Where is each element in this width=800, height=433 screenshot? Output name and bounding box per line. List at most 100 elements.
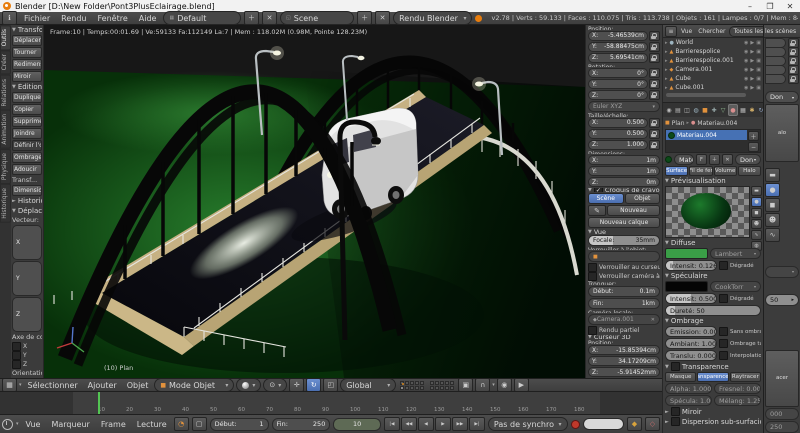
specular-shader-dropdown[interactable]: CookTorr▾ (710, 281, 761, 292)
transparency-type-tab[interactable]: Transparence Z (697, 372, 728, 382)
dimension-field-row[interactable]: X:1m (588, 155, 660, 165)
gp-source-scene-button[interactable]: Scène (588, 193, 624, 204)
add-layout-button[interactable]: ＋ (244, 11, 259, 25)
pivot-dropdown[interactable]: ⊙▾ (263, 378, 287, 392)
visibility-icon[interactable]: ◉ (744, 49, 748, 55)
add-slot-button[interactable]: ＋ (748, 131, 759, 141)
render-opengl-anim-icon[interactable]: ▶ (514, 378, 529, 392)
cursor-field-row[interactable]: Y:34.17209cm (588, 356, 660, 366)
outliner-item[interactable]: ▸ ▲ Cube ◉▶▣ (663, 74, 763, 83)
viewport-menu[interactable]: Ajouter (84, 381, 121, 390)
clip-start-field[interactable]: Début:0.1m (588, 286, 660, 297)
layers-widget-2[interactable] (430, 381, 454, 390)
preview-button-fragment[interactable]: ☻ (765, 213, 780, 227)
close-button[interactable]: ✕ (780, 2, 800, 11)
edit-tool-button[interactable]: Copier (12, 104, 42, 115)
lock-icon[interactable] (649, 42, 660, 52)
operator-panel-header[interactable]: ▼Déplacer (12, 207, 42, 215)
renderability-icon[interactable]: ▣ (756, 76, 761, 82)
renderability-icon[interactable]: ▣ (756, 40, 761, 46)
gp-new-layer-button[interactable]: Nouveau calque (588, 217, 660, 228)
selectability-icon[interactable]: ▶ (750, 76, 754, 82)
material-type-tab[interactable]: Surface (665, 166, 688, 176)
transparency-field[interactable]: Mélang: 1.250 (714, 395, 761, 406)
preview-flat-button[interactable]: ▬ (751, 186, 762, 196)
edit-panel-header[interactable]: ▼Édition (12, 83, 42, 91)
transparency-panel-header[interactable]: ▼Transparence (665, 362, 761, 371)
diffuse-panel-header[interactable]: ▼Diffuse (665, 239, 761, 247)
transform-tool-button[interactable]: Redimensionner (12, 59, 42, 70)
selectability-icon[interactable]: ▶ (750, 49, 754, 55)
tool-shelf-tab[interactable]: Créer (0, 50, 11, 74)
transparency-checkbox[interactable] (671, 362, 680, 371)
properties-tab-icon[interactable]: ◉ (665, 105, 673, 115)
timeline-ruler[interactable]: 1020304050607080901001101201301401501601… (0, 392, 662, 414)
current-frame-field[interactable]: 10 (333, 418, 381, 431)
scene-dropdown[interactable]: ◱ Scene (280, 11, 354, 25)
shading-dropdown[interactable]: ▾ (236, 378, 261, 392)
preview-button-fragment[interactable]: ▬ (765, 168, 780, 182)
layers-widget[interactable] (400, 381, 424, 390)
material-type-tab[interactable]: Fil de fer (689, 166, 712, 176)
outliner-editor-icon[interactable]: ≡ (665, 26, 677, 37)
hardness-slider[interactable]: Dureté: 50 (665, 305, 761, 316)
view-panel-header[interactable]: ▼Vue (588, 229, 660, 233)
snap-magnet-icon[interactable]: ∩ (475, 378, 490, 392)
strip-datablock-fragment[interactable]: Don▾ (765, 91, 799, 103)
transparency-field[interactable]: Alpha: 1.000 (665, 383, 712, 394)
shading-checkbox[interactable]: Ombrage tan... (719, 339, 761, 348)
strip-hardness-fragment[interactable]: 50▸ (765, 294, 799, 306)
transform-tool-button[interactable]: Miroir (12, 71, 42, 82)
timeline-menu[interactable]: Vue (22, 420, 45, 429)
scale-field-row[interactable]: Z:1.000 (588, 140, 660, 150)
vector-field[interactable]: X (12, 225, 42, 260)
strip-value-fragment[interactable]: 250 (765, 421, 799, 433)
outliner-item[interactable]: ▸ ▲ Barrierespolice ◉▶▣ (663, 47, 763, 56)
tool-shelf-tab[interactable]: Animation (0, 110, 11, 149)
visibility-icon[interactable]: ◉ (744, 67, 748, 73)
properties-tab-icon[interactable]: ● (728, 104, 738, 116)
delete-keyframe-icon[interactable]: ◇ (645, 417, 660, 431)
timeline-menu[interactable]: Frame (97, 420, 130, 429)
diffuse-color-swatch[interactable] (665, 248, 708, 259)
outliner-item[interactable]: ▸ ◆ Camera.001 ◉▶▣ (663, 65, 763, 74)
diffuse-shader-dropdown[interactable]: Lambert▾ (710, 248, 761, 259)
frame-lock-icon[interactable]: ▢ (192, 417, 207, 431)
dimension-field-row[interactable]: Y:1m (588, 166, 660, 176)
specular-intensity-slider[interactable]: Intensit: 0.500 (665, 293, 717, 304)
manipulator-rotate-icon[interactable]: ↻ (306, 378, 321, 392)
maximize-button[interactable]: ❐ (760, 2, 780, 11)
outliner-scrollbar[interactable] (666, 93, 746, 97)
cursor-field-row[interactable]: X:-15.85394cm (588, 345, 660, 355)
selectability-icon[interactable]: ▶ (750, 58, 754, 64)
history-panel-header[interactable]: ►Historique (12, 197, 42, 205)
frame-end-field[interactable]: Fin:250 (272, 418, 331, 431)
jump-end-button[interactable]: ▶| (469, 417, 485, 431)
mirror-checkbox[interactable] (671, 407, 680, 416)
strip-tab-fragment[interactable]: alo (765, 104, 799, 162)
edit-tool-button[interactable]: Ombrage (12, 152, 42, 163)
properties-tab-icon[interactable]: ✱ (748, 105, 756, 115)
rotation-field-row[interactable]: X:0° (588, 68, 660, 78)
play-reverse-button[interactable]: ◀ (418, 417, 434, 431)
axis-checkbox-row[interactable]: Z (12, 360, 42, 368)
edit-tool-button[interactable]: Dupliquer (12, 92, 42, 103)
shading-panel-header[interactable]: ▼Ombrage (665, 317, 761, 325)
shading-checkbox[interactable]: Sans ombrage (719, 327, 761, 336)
lock-camera-row[interactable]: Verrouiller caméra à l... (588, 272, 660, 280)
outliner-item[interactable]: ▸ ▲ Barrierespolice.001 ◉▶▣ (663, 56, 763, 65)
manipulator-translate-icon[interactable]: ✛ (289, 378, 304, 392)
vector-field[interactable]: Z (12, 297, 42, 332)
viewport-menu[interactable]: Sélectionner (24, 381, 82, 390)
new-material-button[interactable]: ＋ (709, 154, 720, 165)
lock-icon[interactable] (649, 129, 660, 139)
prev-keyframe-button[interactable]: ◀◀ (401, 417, 417, 431)
tool-shelf-tab[interactable]: Outils (0, 25, 11, 50)
preview-button-fragment[interactable]: ◼ (765, 198, 780, 212)
rotation-field-row[interactable]: Y:0° (588, 79, 660, 89)
position-field-row[interactable]: Z:5.69541cm (588, 53, 660, 63)
properties-tab-icon[interactable]: ✚ (710, 105, 718, 115)
axis-checkbox-row[interactable]: X (12, 342, 42, 350)
remove-slot-button[interactable]: − (748, 142, 759, 152)
rotation-mode-dropdown[interactable]: Euler XYZ▾ (588, 101, 660, 112)
